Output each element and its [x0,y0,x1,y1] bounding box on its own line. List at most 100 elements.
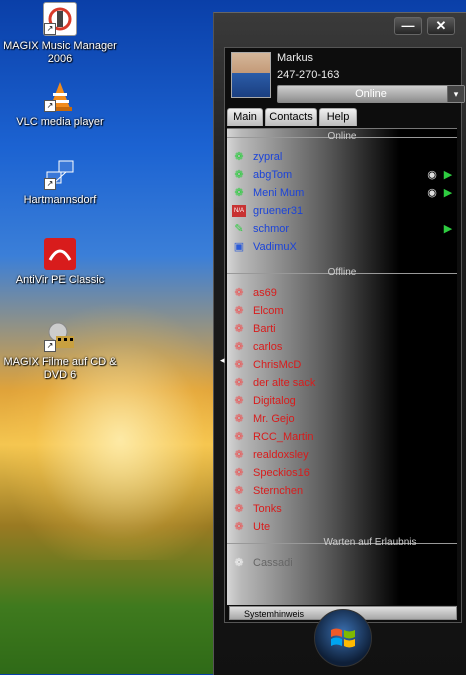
status-dropdown[interactable]: Online ▾ [277,85,465,103]
contact-item[interactable]: ❁ as69 [233,285,455,301]
offline-status-icon: ❁ [234,413,244,425]
contact-item[interactable]: ❁ Cassadi [233,555,455,571]
contact-panel: Markus 247-270-163 Online ▾ Main Contact… [224,47,465,623]
pending-status-icon: ❁ [234,557,244,569]
online-status-icon: ❁ [234,169,244,181]
messenger-window: — ✕ Markus 247-270-163 Online ▾ Main Con… [213,12,466,675]
desktop-icon-label: MAGIX Filme auf CD & DVD 6 [3,356,117,381]
contact-name: der alte sack [253,377,316,389]
contact-name: Cassadi [253,557,293,569]
offline-status-icon: ❁ [234,359,244,371]
tab-help[interactable]: Help [319,108,357,126]
contact-item[interactable]: ❁ Speckios16 [233,465,455,481]
contact-item[interactable]: ❁ Tonks [233,501,455,517]
contact-name: abgTom [253,169,293,181]
offline-status-icon: ❁ [234,485,244,497]
group-label: Online [327,131,357,142]
desktop-icon-label: AntiVir PE Classic [15,274,105,286]
contact-item[interactable]: ❁ Meni Mum ◉ ▶ [233,185,455,201]
contact-name: Sternchen [253,485,304,497]
contact-name: Barti [253,323,276,335]
vlc-cone-icon: ↗ [44,80,76,112]
contact-name: Speckios16 [253,467,310,479]
contact-name: Elcom [253,305,284,317]
online-status-icon: ❁ [234,151,244,163]
group-label: Warten auf Erlaubnis [323,537,417,548]
magix-film-icon: ↗ [44,320,76,352]
contact-name: Digitalog [253,395,296,407]
shortcut-arrow-icon: ↗ [44,340,56,352]
voice-icon: ▶ [443,187,453,199]
contact-item[interactable]: ❁ carlos [233,339,455,355]
offline-status-icon: ❁ [234,521,244,533]
desktop-icon-antivir[interactable]: AntiVir PE Classic [0,238,120,287]
offline-status-icon: ❁ [234,503,244,515]
contact-name: carlos [253,341,283,353]
status-value: Online [355,88,387,100]
na-status-icon: N/A [232,205,246,217]
network-computers-icon: ↗ [44,158,76,190]
tab-main[interactable]: Main [227,108,263,126]
desktop-icon-label: MAGIX Music Manager 2006 [3,40,117,65]
minimize-button[interactable]: — [394,17,422,35]
offline-status-icon: ❁ [234,449,244,461]
film-status-icon: ▣ [233,241,245,253]
offline-status-icon: ❁ [234,377,244,389]
contact-name: realdoxsley [253,449,309,461]
windows-start-orb-icon[interactable] [314,609,372,667]
group-header-pending: Warten auf Erlaubnis [227,537,457,549]
webcam-icon: ◉ [427,187,437,199]
contact-item[interactable]: ❁ Sternchen [233,483,455,499]
desktop-icon-label: VLC media player [16,116,104,128]
voice-icon: ▶ [443,169,453,181]
offline-status-icon: ❁ [234,323,244,335]
desktop-icon-label: Hartmannsdorf [23,194,97,206]
contact-name: Tonks [253,503,282,515]
contact-item[interactable]: ▣ VadimuX [233,239,455,255]
contact-item[interactable]: N/A gruener31 [232,203,455,219]
writing-status-icon: ✎ [234,223,244,235]
magix-music-icon: ↗ [43,2,77,36]
tab-contacts[interactable]: Contacts [265,108,317,126]
webcam-icon: ◉ [427,169,437,181]
group-header-online: Online [227,131,457,143]
contact-item[interactable]: ❁ Elcom [233,303,455,319]
close-button[interactable]: ✕ [427,17,455,35]
contact-item[interactable]: ❁ realdoxsley [233,447,455,463]
contact-item[interactable]: ✎ schmor ▶ [233,221,455,237]
group-header-offline: Offline [227,267,457,279]
desktop-icon-vlc[interactable]: ↗ VLC media player [0,80,120,129]
contact-item[interactable]: ❁ abgTom ◉ ▶ [233,167,455,183]
contact-name: Mr. Gejo [253,413,295,425]
offline-status-icon: ❁ [234,287,244,299]
contact-name: gruener31 [253,205,304,217]
profile-number: 247-270-163 [277,69,340,81]
avatar[interactable] [231,52,271,98]
contact-list[interactable]: Online ❁ zypral ❁ abgTom ◉ ▶ ❁ Meni Mum … [227,128,457,605]
shortcut-arrow-icon: ↗ [44,23,56,35]
desktop-icon-hartmannsdorf[interactable]: ↗ Hartmannsdorf [0,158,120,207]
offline-status-icon: ❁ [234,395,244,407]
contact-item[interactable]: ❁ ChrisMcD [233,357,455,373]
shortcut-arrow-icon: ↗ [44,178,56,190]
desktop-icon-magix-music-manager[interactable]: ↗ MAGIX Music Manager 2006 [0,2,120,66]
voice-icon: ▶ [443,223,453,235]
group-label: Offline [327,267,357,278]
contact-item[interactable]: ❁ Digitalog [233,393,455,409]
desktop-icon-magix-filme[interactable]: ↗ MAGIX Filme auf CD & DVD 6 [0,320,120,382]
online-status-icon: ❁ [234,187,244,199]
contact-item[interactable]: ❁ Mr. Gejo [233,411,455,427]
contact-item[interactable]: ❁ Barti [233,321,455,337]
chevron-down-icon[interactable]: ▾ [447,86,464,102]
contact-item[interactable]: ❁ der alte sack [233,375,455,391]
collapse-arrow-icon[interactable]: ◂ [220,355,225,366]
contact-item[interactable]: ❁ zypral [233,149,455,165]
contact-item[interactable]: ❁ RCC_Martin [233,429,455,445]
contact-name: zypral [253,151,283,163]
offline-status-icon: ❁ [234,467,244,479]
contact-name: Meni Mum [253,187,305,199]
offline-status-icon: ❁ [234,431,244,443]
contact-item[interactable]: ❁ Ute [233,519,455,535]
shortcut-arrow-icon: ↗ [44,100,56,112]
contact-name: RCC_Martin [253,431,314,443]
